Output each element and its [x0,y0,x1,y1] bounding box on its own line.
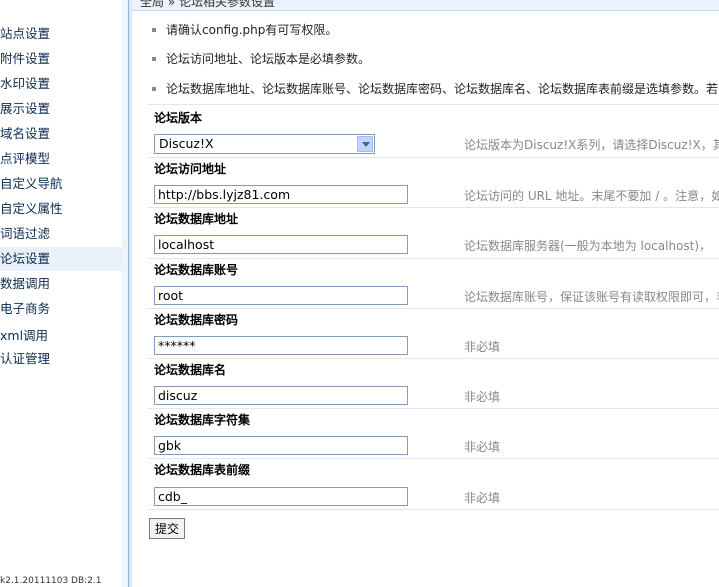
row-divider [148,408,719,409]
version-select-value: Discuz!X [159,136,214,151]
sidebar-item-review-model[interactable]: 点评模型 [0,147,122,171]
db-prefix-label: 论坛数据库表前缀 [154,463,251,477]
db-user-hint: 论坛数据库账号，保证该账号有读取权限即可，非 [464,290,719,304]
version-label: 论坛版本 [154,111,203,125]
note-item: 论坛访问地址、论坛版本是必填参数。 [152,50,370,67]
note-text: 请确认config.php有可写权限。 [166,23,338,37]
sidebar-item-watermark-settings[interactable]: 水印设置 [0,72,122,96]
note-text: 论坛数据库地址、论坛数据库账号、论坛数据库密码、论坛数据库名、论坛数据库表前缀是… [166,82,719,96]
sidebar-item-domain-settings[interactable]: 域名设置 [0,122,122,146]
note-item: 请确认config.php有可写权限。 [152,21,337,38]
db-password-hint: 非必填 [464,340,501,354]
sidebar-item-attachment-settings[interactable]: 附件设置 [0,47,122,71]
row-divider [148,104,719,105]
row-divider [148,207,719,208]
row-divider [148,358,719,359]
sidebar-item-forum-settings[interactable]: 论坛设置 [0,247,122,271]
sidebar-item-word-filter[interactable]: 词语过滤 [0,222,122,246]
bullet-icon [152,86,156,91]
sidebar-item-custom-attributes[interactable]: 自定义属性 [0,197,122,221]
db-user-label: 论坛数据库账号 [154,263,239,277]
db-password-input[interactable]: ****** [154,336,408,355]
chevron-down-icon[interactable] [357,136,373,152]
row-divider [148,509,719,510]
sidebar-item-data-call[interactable]: 数据调用 [0,272,122,296]
row-divider [148,258,719,259]
note-text: 论坛访问地址、论坛版本是必填参数。 [166,52,371,66]
db-name-input[interactable]: discuz [154,386,408,405]
sidebar-item-site-settings[interactable]: 站点设置 [0,22,122,46]
db-host-hint: 论坛数据库服务器(一般为本地为 localhost)， [464,239,712,253]
row-divider [148,458,719,459]
db-charset-label: 论坛数据库字符集 [154,413,251,427]
breadcrumb: 全局 » 论坛相关参数设置 [132,0,719,11]
db-password-label: 论坛数据库密码 [154,313,239,327]
db-charset-hint: 非必填 [464,440,501,454]
db-user-input[interactable]: root [154,286,408,305]
sidebar-item-auth-management[interactable]: 认证管理 [0,347,122,371]
sidebar-item-xml-call[interactable]: xml调用 [0,324,122,348]
db-prefix-hint: 非必填 [464,491,501,505]
db-host-input[interactable]: localhost [154,235,408,254]
version-select[interactable]: Discuz!X [154,134,375,154]
sidebar-item-display-settings[interactable]: 展示设置 [0,97,122,121]
submit-button[interactable]: 提交 [149,518,185,539]
note-item: 论坛数据库地址、论坛数据库账号、论坛数据库密码、论坛数据库名、论坛数据库表前缀是… [152,80,718,97]
url-label: 论坛访问地址 [154,162,227,176]
db-host-label: 论坛数据库地址 [154,212,239,226]
version-footer: k2.1.20111103 DB:2.1 [0,576,102,586]
db-charset-input[interactable]: gbk [154,436,408,455]
row-divider [148,157,719,158]
db-name-label: 论坛数据库名 [154,363,227,377]
bullet-icon [152,56,156,61]
sidebar-border-shadow [129,0,132,587]
row-divider [148,308,719,309]
bullet-icon [152,27,156,32]
sidebar-item-custom-nav[interactable]: 自定义导航 [0,172,122,196]
db-name-hint: 非必填 [464,390,501,404]
db-prefix-input[interactable]: cdb_ [154,487,408,506]
sidebar: 站点设置 附件设置 水印设置 展示设置 域名设置 点评模型 自定义导航 自定义属… [0,0,122,587]
breadcrumb-text: 全局 » 论坛相关参数设置 [140,0,275,9]
version-hint: 论坛版本为Discuz!X系列，请选择Discuz!X，其 [464,138,719,152]
sidebar-item-ecommerce[interactable]: 电子商务 [0,297,122,321]
forum-url-input[interactable]: http://bbs.lyjz81.com [154,185,408,204]
url-hint: 论坛访问的 URL 地址。末尾不要加 / 。注意，如 [464,189,719,203]
